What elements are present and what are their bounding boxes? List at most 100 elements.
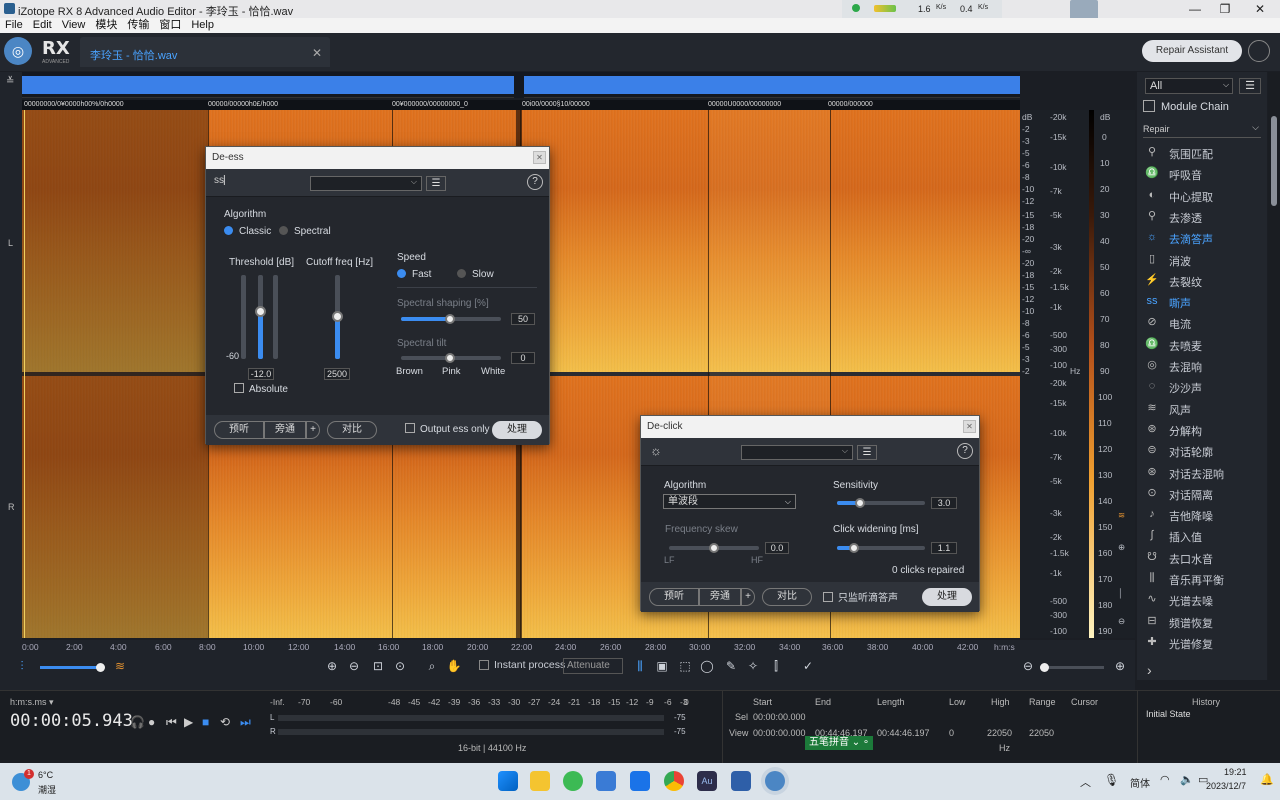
- declick-sensitivity-value[interactable]: 3.0: [931, 497, 957, 509]
- expand-panel-icon[interactable]: ›: [1147, 662, 1152, 678]
- declick-process-button[interactable]: 处理: [922, 588, 972, 606]
- deess-help-icon[interactable]: ?: [527, 174, 543, 190]
- history-item[interactable]: Initial State: [1146, 709, 1191, 719]
- marker-label[interactable]: 00000Ü0000/00000000: [708, 101, 781, 108]
- category-select[interactable]: Repair ⌵: [1143, 122, 1261, 138]
- zoom-out-icon[interactable]: ⊖: [346, 658, 362, 674]
- horizontal-zoom-slider[interactable]: [1040, 663, 1104, 672]
- menu-view[interactable]: View: [57, 18, 91, 33]
- deess-slow-radio[interactable]: Slow: [457, 269, 494, 280]
- volume-icon[interactable]: 🔈: [1180, 773, 1194, 786]
- app-icon[interactable]: [630, 771, 650, 791]
- file-tab[interactable]: 李玲玉 - 恰恰.wav ✕: [80, 37, 330, 67]
- slider-knob[interactable]: [332, 311, 343, 322]
- module-item[interactable]: ⚡ 去裂纹: [1143, 270, 1261, 291]
- magnify-icon[interactable]: ⌕: [424, 658, 440, 674]
- notes-icon[interactable]: [731, 771, 751, 791]
- brush-icon[interactable]: ✎: [723, 658, 739, 674]
- marker-label[interactable]: 00000000/0¥0000h00%/0h0000: [24, 101, 124, 108]
- deess-absolute-checkbox[interactable]: Absolute: [234, 383, 288, 395]
- module-item[interactable]: ☼ 去滴答声: [1143, 227, 1261, 248]
- view-high[interactable]: 22050: [987, 728, 1012, 738]
- deess-classic-radio[interactable]: Classic: [224, 226, 271, 237]
- deess-process-button[interactable]: 处理: [492, 421, 542, 439]
- pencil-icon[interactable]: ✓: [800, 658, 816, 674]
- module-item[interactable]: ≋ 风声: [1143, 398, 1261, 419]
- zoom-out-horizontal-icon[interactable]: ⊖: [1020, 658, 1036, 674]
- audition-icon[interactable]: Au: [697, 771, 717, 791]
- module-item[interactable]: ◌ 沙沙声: [1143, 376, 1261, 397]
- deess-preview-button[interactable]: 预听: [214, 421, 264, 439]
- marker-label[interactable]: 00¥000000/00000000_0: [392, 101, 468, 108]
- sync-app-icon[interactable]: [563, 771, 583, 791]
- module-item[interactable]: ss 嘶声: [1143, 291, 1261, 312]
- deess-menu-icon[interactable]: ☰: [426, 176, 446, 191]
- declick-widening-slider[interactable]: [837, 543, 925, 553]
- deess-plus-button[interactable]: +: [306, 421, 320, 439]
- timeline-ruler[interactable]: 0:00 2:00 4:00 6:00 8:00 10:00 12:00 14:…: [22, 640, 1020, 654]
- menu-modules[interactable]: 模块: [90, 18, 122, 33]
- repair-assistant-button[interactable]: Repair Assistant: [1142, 40, 1242, 62]
- close-tab-icon[interactable]: ✕: [312, 46, 322, 60]
- skip-forward-icon[interactable]: ⏭: [240, 715, 251, 730]
- magic-wand-icon[interactable]: ✧: [745, 658, 761, 674]
- view-length[interactable]: 00:44:46.197: [877, 728, 930, 738]
- deess-compare-button[interactable]: 对比: [327, 421, 377, 439]
- harmonic-select-icon[interactable]: ⫿: [768, 658, 784, 674]
- module-item[interactable]: ∿ 光谱去噪: [1143, 589, 1261, 610]
- instant-process-toggle[interactable]: Instant process: [479, 659, 565, 671]
- loop-icon[interactable]: ⟲: [220, 715, 230, 729]
- module-item[interactable]: ▯ 消波: [1143, 249, 1261, 270]
- deess-threshold-value[interactable]: -12.0: [248, 368, 274, 380]
- module-item[interactable]: ♪ 吉他降噪: [1143, 504, 1261, 525]
- declick-algorithm-select[interactable]: 单波段 ⌵: [663, 494, 796, 509]
- module-item[interactable]: ∫ 插入值: [1143, 525, 1261, 546]
- declick-title-bar[interactable]: De-click ✕: [641, 416, 979, 438]
- declick-widening-value[interactable]: 1.1: [931, 542, 957, 554]
- module-item[interactable]: ♎ 去喷麦: [1143, 334, 1261, 355]
- scroll-thumb[interactable]: [1271, 116, 1277, 206]
- slider-knob[interactable]: [709, 543, 719, 553]
- frequency-selection-icon[interactable]: ▣: [654, 658, 670, 674]
- deess-bypass-button[interactable]: 旁通: [264, 421, 306, 439]
- skip-back-icon[interactable]: ⏮: [166, 715, 177, 730]
- selection-start[interactable]: 00:00:00.000: [753, 712, 806, 722]
- microphone-icon[interactable]: 🎙: [1104, 773, 1119, 787]
- module-chain-button[interactable]: Module Chain: [1143, 100, 1229, 113]
- declick-help-icon[interactable]: ?: [957, 443, 973, 459]
- declick-menu-icon[interactable]: ☰: [857, 445, 877, 460]
- view-start[interactable]: 00:00:00.000: [753, 728, 806, 738]
- opacity-slider[interactable]: [40, 663, 105, 672]
- module-item[interactable]: ◐ 中心提取: [1143, 185, 1261, 206]
- lasso-icon[interactable]: ◯: [699, 658, 715, 674]
- view-range[interactable]: 22050: [1029, 728, 1054, 738]
- hamburger-menu-icon[interactable]: ☰: [1239, 78, 1261, 94]
- box-selection-icon[interactable]: ⬚: [677, 658, 693, 674]
- module-item[interactable]: ⊛ 分解构: [1143, 419, 1261, 440]
- module-item[interactable]: ⊛ 对话去混响: [1143, 462, 1261, 483]
- deess-threshold-slider[interactable]: [255, 275, 266, 359]
- slider-knob[interactable]: [255, 306, 266, 317]
- marker-label[interactable]: 00000/00000h0£/h000: [208, 101, 278, 108]
- headphones-icon[interactable]: 🎧: [130, 715, 145, 729]
- slider-knob[interactable]: [849, 543, 859, 553]
- record-icon[interactable]: ●: [148, 715, 155, 729]
- collapse-icon[interactable]: ≚: [6, 76, 14, 87]
- module-item[interactable]: ♎ 呼吸音: [1143, 163, 1261, 184]
- deess-preset-select[interactable]: ⌵: [310, 176, 422, 191]
- module-item[interactable]: ⊙ 对话隔离: [1143, 483, 1261, 504]
- deess-close-button[interactable]: ✕: [533, 151, 546, 164]
- clock-date[interactable]: 2023/12/7: [1206, 781, 1246, 791]
- maximize-button[interactable]: ❐: [1210, 0, 1240, 18]
- repair-assistant-icon[interactable]: [1248, 40, 1270, 62]
- menu-transport[interactable]: 传输: [122, 18, 154, 33]
- slider-knob[interactable]: [1040, 663, 1049, 672]
- start-icon[interactable]: [498, 771, 518, 791]
- module-panel-scrollbar[interactable]: [1268, 72, 1280, 680]
- zoom-in-vertical-icon[interactable]: ⊕: [1118, 542, 1125, 553]
- marker-label[interactable]: 00000/000000: [828, 101, 873, 108]
- marker-row[interactable]: 00000000/0¥0000h00%/0h0000 00000/00000h0…: [22, 100, 1020, 110]
- minimize-button[interactable]: —: [1180, 0, 1210, 18]
- deess-tilt-slider[interactable]: [401, 353, 501, 363]
- close-window-button[interactable]: ✕: [1245, 0, 1275, 18]
